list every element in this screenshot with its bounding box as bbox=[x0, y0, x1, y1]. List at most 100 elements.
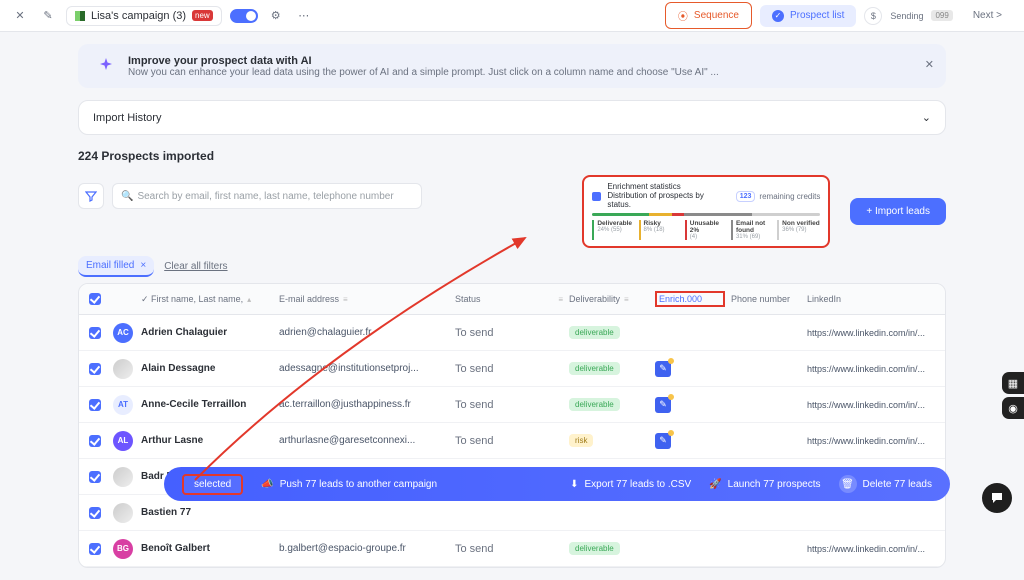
prospect-email: ac.terraillon@justhappiness.fr bbox=[279, 399, 449, 410]
table-row: AL Arthur Lasne arthurlasne@garesetconne… bbox=[79, 423, 945, 459]
selected-count: selected bbox=[182, 474, 243, 495]
col-name[interactable]: ✓ First name, Last name, bbox=[141, 294, 243, 305]
close-icon[interactable]: ✕ bbox=[10, 6, 30, 26]
row-checkbox[interactable] bbox=[89, 327, 101, 339]
campaign-name: Lisa's campaign (3) bbox=[91, 10, 186, 22]
new-badge: new bbox=[192, 10, 213, 21]
deliverability-cell: deliverable bbox=[569, 543, 649, 554]
stats-icon bbox=[592, 192, 601, 201]
avatar bbox=[113, 359, 133, 379]
clear-filters-link[interactable]: Clear all filters bbox=[164, 261, 227, 272]
row-checkbox[interactable] bbox=[89, 507, 101, 519]
push-label: Push 77 leads to another campaign bbox=[280, 479, 437, 490]
col-enrich[interactable]: Enrich.000 bbox=[659, 294, 702, 304]
prospect-name[interactable]: Arthur Lasne bbox=[141, 435, 273, 446]
megaphone-icon: 📣 bbox=[261, 479, 273, 490]
deliverability-cell: deliverable bbox=[569, 399, 649, 410]
prospect-email: b.galbert@espacio-groupe.fr bbox=[279, 543, 449, 554]
export-csv-button[interactable]: ⬇ Export 77 leads to .CSV bbox=[570, 479, 691, 490]
col-deliverability[interactable]: Deliverability bbox=[569, 294, 620, 304]
filter-chip-email-filled[interactable]: Email filled × bbox=[78, 256, 154, 277]
deliverability-cell: risk bbox=[569, 435, 649, 446]
stats-title: Enrichment statistics Distribution of pr… bbox=[607, 183, 707, 209]
import-leads-button[interactable]: + Import leads bbox=[850, 198, 946, 225]
sequence-button[interactable]: ⦿ Sequence bbox=[665, 2, 752, 29]
sequence-icon: ⦿ bbox=[678, 8, 688, 23]
help-chat-icon[interactable] bbox=[982, 483, 1012, 513]
side-widgets: ▦ ◉ bbox=[1002, 372, 1024, 419]
chip-close-icon[interactable]: × bbox=[140, 260, 146, 271]
row-checkbox[interactable] bbox=[89, 543, 101, 555]
banner-close-icon[interactable]: ✕ bbox=[925, 58, 934, 71]
sort-icon[interactable]: ▴ bbox=[247, 295, 251, 304]
prospect-list-button[interactable]: ✓ Prospect list bbox=[760, 5, 856, 27]
col-status[interactable]: Status bbox=[455, 294, 481, 304]
grid-icon[interactable]: ▦ bbox=[1002, 372, 1024, 394]
launch-prospects-button[interactable]: 🚀Launch 77 prospects bbox=[709, 479, 820, 490]
chevron-down-icon: ⌄ bbox=[922, 111, 931, 124]
banner-body: Now you can enhance your lead data using… bbox=[128, 67, 719, 78]
table-header: ✓ First name, Last name, ▴ E-mail address… bbox=[79, 284, 945, 315]
col-email[interactable]: E-mail address bbox=[279, 294, 339, 304]
sparkle-icon bbox=[94, 54, 118, 78]
campaign-color-icon bbox=[75, 11, 85, 21]
col-linkedin[interactable]: LinkedIn bbox=[807, 294, 841, 304]
table-row: Alain Dessagne adessagne@institutionsetp… bbox=[79, 351, 945, 387]
col-phone[interactable]: Phone number bbox=[731, 294, 790, 304]
push-to-campaign-button[interactable]: 📣 Push 77 leads to another campaign bbox=[261, 479, 437, 490]
sort-icon[interactable]: ≡ bbox=[558, 295, 563, 304]
sort-icon[interactable]: ≡ bbox=[343, 295, 348, 304]
top-bar: ✕ ✎ Lisa's campaign (3) new ⚙ ⋯ ⦿ Sequen… bbox=[0, 0, 1024, 32]
table-row: BG Benoît Galbert b.galbert@espacio-grou… bbox=[79, 531, 945, 567]
linkedin-link[interactable]: https://www.linkedin.com/in/... bbox=[807, 328, 946, 338]
deliverability-cell: deliverable bbox=[569, 363, 649, 374]
accordion-title: Import History bbox=[93, 112, 161, 124]
prospect-name[interactable]: Benoît Galbert bbox=[141, 543, 273, 554]
download-icon: ⬇ bbox=[570, 479, 578, 490]
discord-icon[interactable]: ◉ bbox=[1002, 397, 1024, 419]
prospect-name[interactable]: Alain Dessagne bbox=[141, 363, 273, 374]
campaign-toggle[interactable] bbox=[230, 9, 258, 23]
enrich-icon[interactable]: ✎ bbox=[655, 397, 671, 413]
more-icon[interactable]: ⋯ bbox=[294, 6, 314, 26]
deliverability-badge: deliverable bbox=[569, 326, 620, 339]
prospect-list-label: Prospect list bbox=[790, 10, 844, 21]
sending-label: Sending bbox=[890, 11, 923, 21]
campaign-selector[interactable]: Lisa's campaign (3) new bbox=[66, 6, 222, 26]
avatar: AL bbox=[113, 431, 133, 451]
prospect-name[interactable]: Anne-Cecile Terraillon bbox=[141, 399, 273, 410]
gear-icon[interactable]: ⚙ bbox=[266, 6, 286, 26]
row-checkbox[interactable] bbox=[89, 399, 101, 411]
table-row: AT Anne-Cecile Terraillon ac.terraillon@… bbox=[79, 387, 945, 423]
trash-icon: 🗑 bbox=[839, 475, 857, 493]
sort-icon[interactable]: ≡ bbox=[624, 295, 629, 304]
row-checkbox[interactable] bbox=[89, 471, 101, 483]
filter-icon[interactable] bbox=[78, 183, 104, 209]
linkedin-link[interactable]: https://www.linkedin.com/in/... bbox=[807, 400, 946, 410]
select-all-checkbox[interactable] bbox=[89, 293, 101, 305]
magic-icon[interactable]: ✎ bbox=[38, 6, 58, 26]
bulk-action-bar: selected 📣 Push 77 leads to another campa… bbox=[164, 467, 950, 501]
banner-title: Improve your prospect data with AI bbox=[128, 55, 719, 67]
prospect-name[interactable]: Bastien 77 bbox=[141, 507, 273, 518]
avatar bbox=[113, 467, 133, 487]
enrich-icon[interactable]: ✎ bbox=[655, 433, 671, 449]
linkedin-link[interactable]: https://www.linkedin.com/in/... bbox=[807, 544, 946, 554]
search-input[interactable]: 🔍 Search by email, first name, last name… bbox=[112, 183, 422, 209]
search-icon: 🔍 bbox=[121, 191, 133, 202]
credits-icon[interactable]: $ bbox=[864, 7, 882, 25]
row-checkbox[interactable] bbox=[89, 363, 101, 375]
row-checkbox[interactable] bbox=[89, 435, 101, 447]
import-history-accordion[interactable]: Import History ⌄ bbox=[78, 100, 946, 135]
prospect-email: adessagne@institutionsetproj... bbox=[279, 363, 449, 374]
next-button[interactable]: Next > bbox=[961, 5, 1014, 26]
delete-leads-button[interactable]: 🗑Delete 77 leads bbox=[839, 475, 933, 493]
enrich-icon[interactable]: ✎ bbox=[655, 361, 671, 377]
linkedin-link[interactable]: https://www.linkedin.com/in/... bbox=[807, 436, 946, 446]
deliverability-badge: risk bbox=[569, 434, 593, 447]
prospects-table: ✓ First name, Last name, ▴ E-mail address… bbox=[78, 283, 946, 568]
prospect-name[interactable]: Adrien Chalaguier bbox=[141, 327, 273, 338]
prospect-email: adrien@chalaguier.fr bbox=[279, 327, 449, 338]
linkedin-link[interactable]: https://www.linkedin.com/in/... bbox=[807, 364, 946, 374]
export-label: Export 77 leads to .CSV bbox=[584, 479, 691, 490]
